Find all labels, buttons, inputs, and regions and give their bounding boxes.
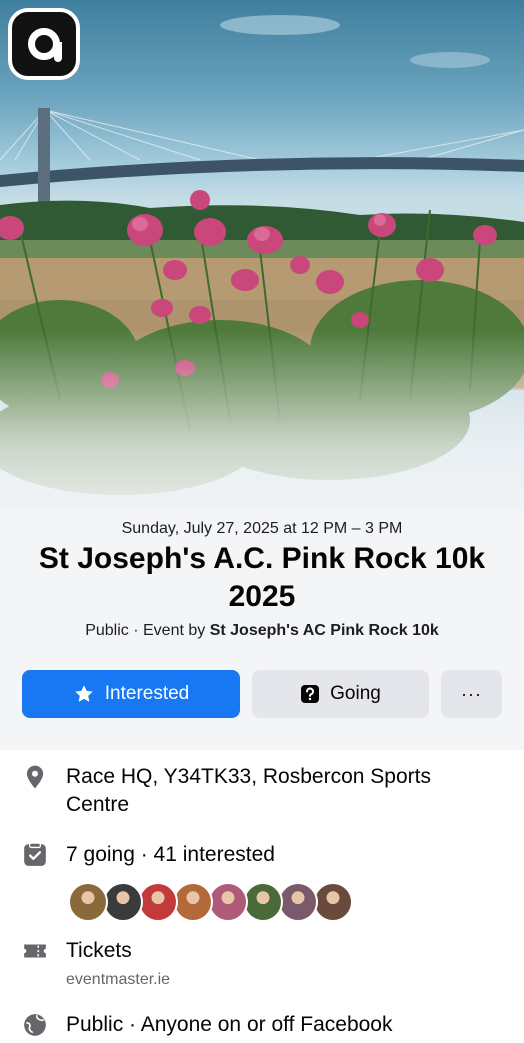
going-icon	[300, 684, 320, 704]
cover-photo	[0, 0, 524, 530]
avatar[interactable]	[313, 882, 353, 922]
going-label: Going	[330, 683, 381, 704]
event-title: St Joseph's A.C. Pink Rock 10k 2025	[38, 542, 486, 613]
avatar[interactable]	[243, 882, 283, 922]
location-pin-icon	[22, 764, 48, 790]
app-logo-icon[interactable]	[8, 8, 80, 80]
cover-fade	[0, 330, 524, 530]
more-options-button[interactable]: ···	[441, 670, 502, 718]
tickets-link[interactable]: eventmaster.ie	[66, 971, 170, 989]
star-icon	[73, 683, 95, 705]
privacy-info: Public · Anyone on or off Facebook	[66, 1013, 393, 1036]
avatar[interactable]	[138, 882, 178, 922]
calendar-check-icon	[22, 842, 48, 868]
attendance-summary[interactable]: 7 going · 41 interested	[66, 841, 275, 869]
ticket-icon	[22, 938, 48, 964]
going-button[interactable]: Going	[252, 670, 429, 718]
avatar[interactable]	[278, 882, 318, 922]
tickets-label[interactable]: Tickets	[66, 937, 132, 965]
event-byline: Public · Event by St Joseph's AC Pink Ro…	[0, 622, 524, 640]
interested-label: Interested	[104, 683, 190, 704]
byline-prefix: Public · Event by	[85, 622, 210, 639]
avatar[interactable]	[208, 882, 248, 922]
event-date: Sunday, July 27, 2025 at 12 PM – 3 PM	[121, 520, 403, 537]
event-host-link[interactable]: St Joseph's AC Pink Rock 10k	[210, 622, 439, 639]
globe-icon	[22, 1012, 48, 1038]
event-location[interactable]: Race HQ, Y34TK33, Rosbercon Sports Centr…	[66, 763, 486, 819]
avatar[interactable]	[173, 882, 213, 922]
more-label: ···	[461, 683, 482, 704]
avatar[interactable]	[68, 882, 108, 922]
interested-button[interactable]: Interested	[22, 670, 240, 718]
avatar[interactable]	[103, 882, 143, 922]
